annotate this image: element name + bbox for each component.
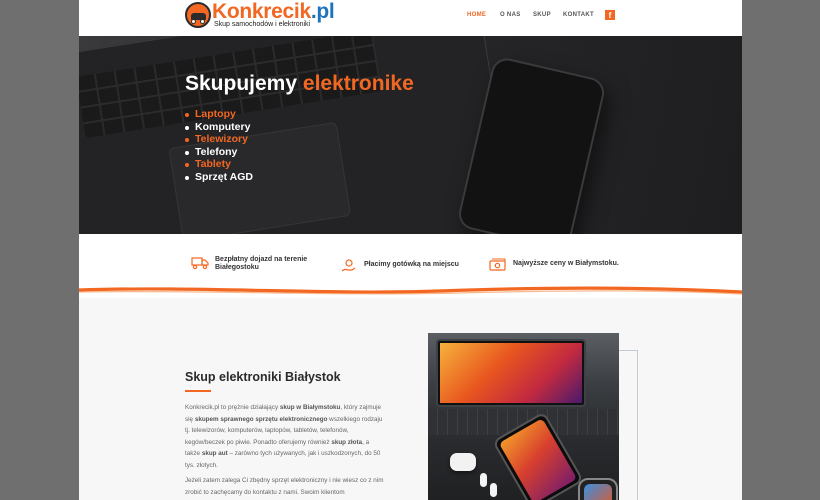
hero-item-agd: Sprzęt AGD [185, 171, 253, 184]
logo-tld: .pl [310, 0, 335, 23]
money-icon [489, 258, 506, 271]
cash-hand-icon [341, 259, 356, 272]
about-paragraph-1: Konkrecik.pl to prężnie działający skup … [185, 404, 383, 469]
nav-o-nas[interactable]: O NAS [500, 12, 521, 18]
about-paragraph-2: Jeżeli zatem zalega Ci zbędny sprzęt ele… [185, 477, 384, 496]
feature-text: Bezpłatny dojazd na terenie Białegostoku [215, 256, 308, 271]
electronics-photo [428, 333, 619, 500]
features-bar: Bezpłatny dojazd na terenie Białegostoku … [79, 234, 742, 286]
laptop-photo [79, 36, 516, 234]
orange-wave-divider [79, 286, 742, 295]
hero-item-telefony: Telefony [185, 146, 253, 159]
site-header: Konkrecik.pl Skup samochodów i elektroni… [79, 0, 742, 36]
hero-category-list: Laptopy Komputery Telewizory Telefony Ta… [185, 108, 253, 184]
hero-title: Skupujemy elektronike [185, 72, 414, 96]
hero-item-tablety: Tablety [185, 158, 253, 171]
hero-item-laptopy: Laptopy [185, 108, 253, 121]
logo-tagline: Skup samochodów i elektroniki [214, 21, 311, 28]
page: Konkrecik.pl Skup samochodów i elektroni… [79, 0, 742, 500]
nav-home[interactable]: HOME [467, 12, 486, 18]
nav-kontakt[interactable]: KONTAKT [563, 12, 594, 18]
about-section: Skup elektroniki Białystok Konkrecik.pl … [79, 298, 742, 500]
nav-skup[interactable]: SKUP [533, 12, 551, 18]
hero-item-komputery: Komputery [185, 121, 253, 134]
hero-banner: Skupujemy elektronike Laptopy Komputery … [79, 36, 742, 234]
hero-title-accent: elektronike [302, 72, 414, 95]
site-logo[interactable]: Konkrecik.pl Skup samochodów i elektroni… [185, 0, 335, 33]
feature-text: Płacimy gotówką na miejscu [364, 261, 459, 268]
car-logo-icon [185, 2, 211, 28]
title-underline [185, 390, 211, 392]
section-title: Skup elektroniki Białystok [185, 370, 341, 384]
hero-item-telewizory: Telewizory [185, 133, 253, 146]
logo-name: Konkrecik [212, 0, 311, 23]
hero-title-main: Skupujemy [185, 72, 298, 95]
feature-text: Najwyższe ceny w Białymstoku. [513, 260, 619, 267]
facebook-icon[interactable]: f [605, 10, 615, 20]
truck-icon [191, 257, 209, 270]
